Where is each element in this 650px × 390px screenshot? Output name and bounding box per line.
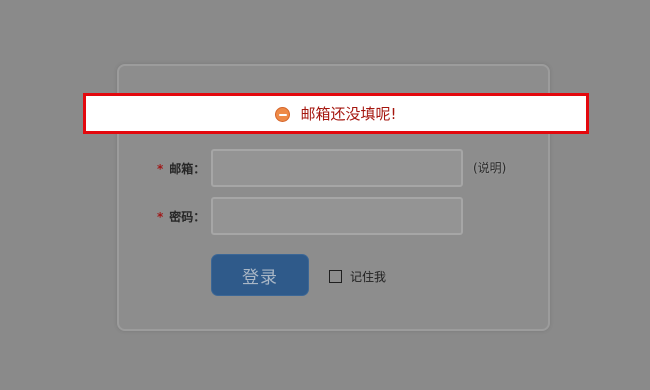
minus-circle-icon [275, 107, 291, 122]
email-label-text: 邮箱： [169, 162, 206, 176]
page-overlay: * 邮箱： (说明) * 密码： 登录 记住我 邮箱还没填呢! [0, 0, 650, 390]
error-alert: 邮箱还没填呢! [83, 93, 589, 134]
required-mark: * [157, 162, 164, 176]
alert-message: 邮箱还没填呢! [300, 105, 397, 123]
email-help-link[interactable]: (说明) [473, 159, 506, 176]
password-input[interactable] [211, 197, 463, 235]
login-button[interactable]: 登录 [211, 254, 309, 296]
email-label: * 邮箱： [157, 160, 209, 177]
remember-me-label[interactable]: 记住我 [350, 268, 386, 285]
remember-me[interactable]: 记住我 [329, 268, 386, 285]
remember-me-checkbox[interactable] [329, 270, 342, 283]
required-mark: * [157, 210, 164, 224]
password-label-text: 密码： [169, 210, 206, 224]
email-input[interactable] [211, 149, 463, 187]
password-label: * 密码： [157, 208, 209, 225]
